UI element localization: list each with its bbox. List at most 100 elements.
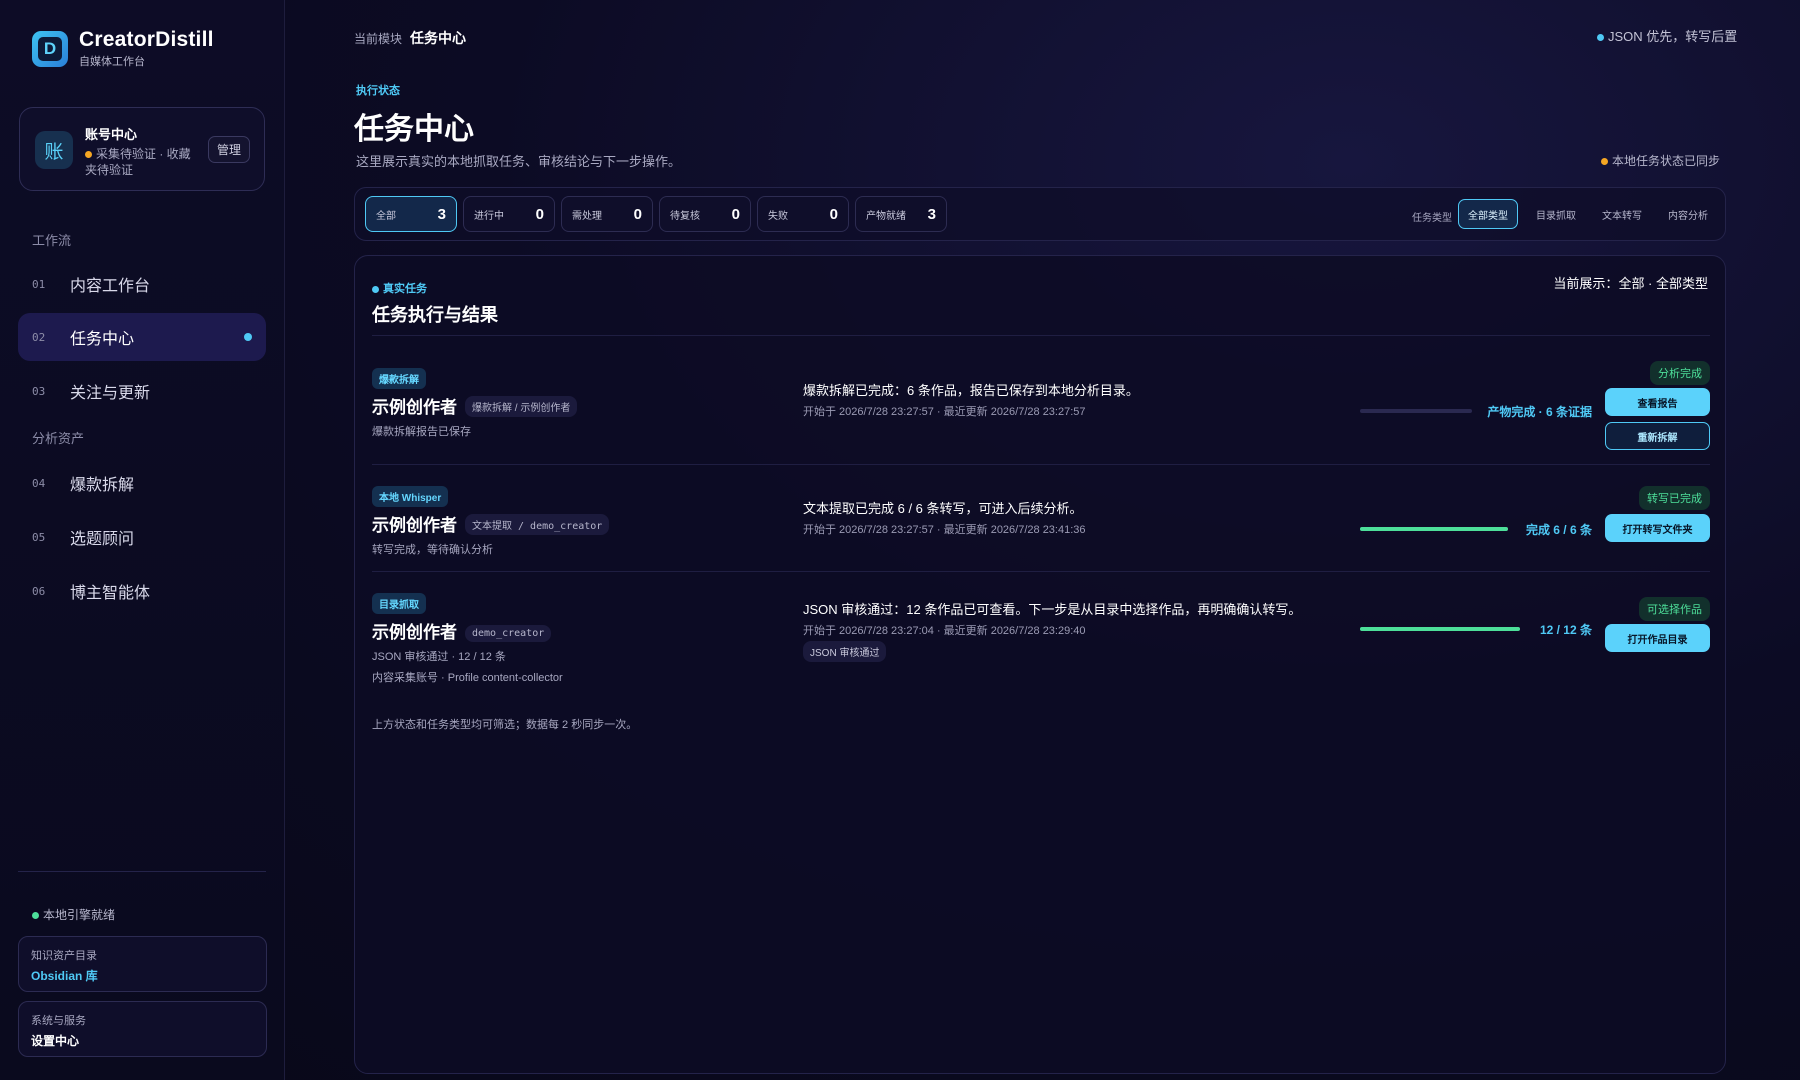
json-first-hint: JSON 优先，转写后置: [1597, 26, 1737, 45]
chip-label: 全部: [376, 210, 396, 222]
warning-dot-icon: [85, 151, 92, 159]
nav-item-task-center[interactable]: 02 任务中心: [18, 313, 266, 361]
open-transcript-folder-button[interactable]: 打开转写文件夹: [1605, 514, 1710, 542]
assets-section-label: 分析资产: [32, 431, 85, 446]
status-filter-needs-action[interactable]: 需处理 0: [561, 196, 653, 232]
knowledge-directory-card[interactable]: 知识资产目录 Obsidian 库: [18, 936, 267, 992]
engine-status-text: 本地引擎就绪: [43, 908, 116, 922]
sync-status: 本地任务状态已同步: [1601, 152, 1720, 169]
type-filter-all[interactable]: 全部类型: [1458, 199, 1518, 229]
breadcrumb-label: 当前模块: [354, 32, 403, 46]
manage-button[interactable]: 管理: [207, 136, 250, 163]
task-row: 爆款拆解 示例创作者 爆款拆解 / 示例创作者 爆款拆解报告已保存 爆款拆解已完成…: [372, 361, 1710, 458]
page-title: 任务中心: [354, 113, 474, 146]
breadcrumb: 当前模块 任务中心: [354, 28, 466, 48]
chip-label: 失败: [768, 210, 788, 222]
settings-card[interactable]: 系统与服务 设置中心: [18, 1001, 267, 1057]
task-state-badge: 转写已完成: [1639, 486, 1710, 510]
account-avatar: 账: [35, 131, 73, 169]
status-filter-artifacts-ready[interactable]: 产物就绪 3: [855, 196, 947, 232]
nav-item-content-workbench[interactable]: 01 内容工作台: [18, 260, 266, 308]
divider: [372, 335, 1710, 336]
nav-label: 关注与更新: [70, 385, 151, 402]
chip-count: 0: [829, 205, 838, 223]
rerun-breakdown-button[interactable]: 重新拆解: [1605, 422, 1710, 450]
open-works-directory-button[interactable]: 打开作品目录: [1605, 624, 1710, 652]
nav-item-blogger-agent[interactable]: 06 博主智能体: [18, 567, 266, 615]
current-view: 当前展示：全部 · 全部类型: [1553, 273, 1708, 292]
page-description: 这里展示真实的本地抓取任务、审核结论与下一步操作。: [356, 154, 682, 169]
task-creator: 示例创作者 文本提取 / demo_creator: [372, 511, 610, 536]
creator-name: 示例创作者: [372, 516, 457, 535]
task-tag: 爆款拆解: [372, 368, 426, 389]
card-key: 知识资产目录: [31, 950, 97, 962]
nav-number: 03: [32, 384, 46, 398]
creator-name: 示例创作者: [372, 623, 457, 642]
nav-label: 任务中心: [70, 331, 135, 348]
task-time: 开始于 2026/7/28 23:27:04 · 最近更新 2026/7/28 …: [803, 625, 1086, 637]
task-panel: 真实任务 任务执行与结果 当前展示：全部 · 全部类型 爆款拆解 示例创作者 爆款…: [354, 255, 1726, 1074]
sync-dot-icon: [1601, 158, 1608, 166]
progress-track: [1360, 409, 1472, 413]
progress-fill: [1360, 527, 1508, 531]
nav-number: 06: [32, 584, 46, 598]
brand-name: CreatorDistill: [79, 28, 214, 51]
panel-footnote: 上方状态和任务类型均可筛选；数据每 2 秒同步一次。: [372, 719, 638, 731]
nav-label: 博主智能体: [70, 585, 151, 602]
exec-status-label: 执行状态: [356, 85, 400, 97]
brand-logo-letter: D: [38, 36, 62, 61]
account-card[interactable]: 账 账号中心 采集待验证 · 收藏夹待验证 管理: [19, 107, 265, 191]
creator-name: 示例创作者: [372, 398, 457, 417]
nav-number: 04: [32, 476, 46, 490]
nav-label: 选题顾问: [70, 531, 135, 548]
sync-status-text: 本地任务状态已同步: [1612, 154, 1721, 168]
chip-count: 0: [731, 205, 740, 223]
kicker-dot-icon: [372, 285, 379, 293]
nav-number: 02: [32, 330, 46, 344]
progress-text: 12 / 12 条: [1539, 623, 1592, 637]
engine-status: 本地引擎就绪: [32, 906, 115, 923]
view-report-button[interactable]: 查看报告: [1605, 388, 1710, 416]
task-row: 本地 Whisper 示例创作者 文本提取 / demo_creator 转写完成…: [372, 486, 1710, 566]
status-filter-failed[interactable]: 失败 0: [757, 196, 849, 232]
status-filter-running[interactable]: 进行中 0: [463, 196, 555, 232]
account-status: 采集待验证 · 收藏夹待验证: [85, 146, 200, 178]
type-filter-transcribe[interactable]: 文本转写: [1593, 199, 1651, 229]
ready-dot-icon: [32, 912, 39, 920]
divider: [372, 571, 1710, 572]
nav-label: 爆款拆解: [70, 477, 135, 494]
card-value: 设置中心: [31, 1034, 80, 1048]
chip-label: 进行中: [474, 210, 504, 222]
brand[interactable]: D CreatorDistill 自媒体工作台: [32, 28, 214, 69]
account-status-text: 采集待验证 · 收藏夹待验证: [85, 147, 191, 177]
chip-label: 产物就绪: [866, 210, 906, 222]
chip-count: 0: [535, 205, 544, 223]
nav-item-viral-breakdown[interactable]: 04 爆款拆解: [18, 459, 266, 507]
task-time: 开始于 2026/7/28 23:27:57 · 最近更新 2026/7/28 …: [803, 406, 1086, 418]
nav-item-follow-updates[interactable]: 03 关注与更新: [18, 367, 266, 415]
task-tag: 本地 Whisper: [372, 486, 449, 507]
type-filter-directory[interactable]: 目录抓取: [1527, 199, 1585, 229]
task-subtext: 爆款拆解报告已保存: [372, 426, 471, 438]
task-row: 目录抓取 示例创作者 demo_creator JSON 审核通过 · 12 / …: [372, 593, 1710, 698]
workflow-section-label: 工作流: [32, 233, 72, 248]
chip-count: 0: [633, 205, 642, 223]
chip-label: 需处理: [572, 210, 602, 222]
brand-subtitle: 自媒体工作台: [79, 56, 145, 68]
progress-fill: [1360, 627, 1520, 631]
type-filter-analysis[interactable]: 内容分析: [1659, 199, 1717, 229]
task-message: 爆款拆解已完成：6 条作品，报告已保存到本地分析目录。: [803, 383, 1139, 398]
divider: [372, 464, 1710, 465]
task-message: 文本提取已完成 6 / 6 条转写，可进入后续分析。: [803, 501, 1083, 516]
breadcrumb-current: 任务中心: [410, 30, 467, 46]
status-filter-all[interactable]: 全部 3: [365, 196, 457, 232]
sidebar-divider: [18, 871, 266, 872]
task-subtext: 内容采集账号 · Profile content-collector: [372, 672, 563, 684]
json-approved-badge: JSON 审核通过: [803, 641, 887, 662]
chip-count: 3: [927, 205, 936, 223]
task-tag: 目录抓取: [372, 593, 426, 614]
status-filter-pending-review[interactable]: 待复核 0: [659, 196, 751, 232]
progress-text: 完成 6 / 6 条: [1525, 523, 1592, 537]
task-creator: 示例创作者 爆款拆解 / 示例创作者: [372, 393, 578, 418]
nav-item-topic-advisor[interactable]: 05 选题顾问: [18, 513, 266, 561]
